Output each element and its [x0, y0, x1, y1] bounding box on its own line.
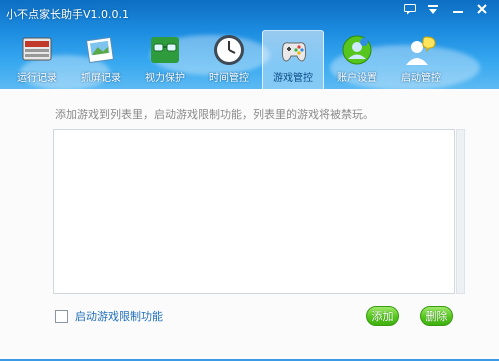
tab-eye-protection[interactable]: 视力保护: [134, 30, 196, 89]
screenshot-icon: [84, 33, 118, 67]
tab-account-settings[interactable]: 账户设置: [326, 30, 388, 89]
tab-label: 运行记录: [17, 73, 57, 84]
tab-screenshot-records[interactable]: 抓屏记录: [70, 30, 132, 89]
window-title: 小不点家长助手V1.0.0.1: [6, 8, 130, 21]
title-bar[interactable]: 小不点家长助手V1.0.0.1: [0, 0, 499, 26]
minimize-icon[interactable]: [449, 4, 467, 20]
gamepad-icon: [277, 34, 311, 68]
game-list[interactable]: [53, 129, 455, 294]
startup-control-icon: [404, 33, 438, 67]
tab-time-control[interactable]: 时间管控: [198, 30, 260, 89]
monitor-icon: [20, 33, 54, 67]
tab-label: 游戏管控: [273, 73, 313, 84]
tab-label: 账户设置: [337, 73, 377, 84]
header: 小不点家长助手V1.0.0.1 运行记录 抓屏记录 视力保护 时间管控 游戏管控…: [0, 0, 499, 89]
enable-game-limit-checkbox[interactable]: [55, 310, 68, 323]
tab-startup-control[interactable]: 启动管控: [390, 30, 452, 89]
instruction-text: 添加游戏到列表里，启动游戏限制功能，列表里的游戏将被禁玩。: [55, 108, 374, 121]
menu-arrow-icon[interactable]: [424, 4, 442, 20]
clock-icon: [212, 33, 246, 67]
app-window: 小不点家长助手V1.0.0.1 运行记录 抓屏记录 视力保护 时间管控 游戏管控…: [0, 0, 499, 361]
game-list-scrollbar[interactable]: [456, 129, 465, 294]
main-toolbar: 运行记录 抓屏记录 视力保护 时间管控 游戏管控 账户设置 启动管控: [6, 30, 454, 89]
add-button[interactable]: 添加: [366, 306, 399, 326]
tab-label: 视力保护: [145, 73, 185, 84]
tab-run-records[interactable]: 运行记录: [6, 30, 68, 89]
tab-label: 启动管控: [401, 73, 441, 84]
close-icon[interactable]: [473, 4, 491, 20]
eye-protection-icon: [148, 33, 182, 67]
account-settings-icon: [340, 33, 374, 67]
enable-game-limit-label[interactable]: 启动游戏限制功能: [75, 308, 163, 324]
tab-label: 时间管控: [209, 73, 249, 84]
chat-icon[interactable]: [401, 4, 419, 20]
game-control-panel: 添加游戏到列表里，启动游戏限制功能，列表里的游戏将被禁玩。 启动游戏限制功能 添…: [0, 89, 499, 361]
tab-label: 抓屏记录: [81, 73, 121, 84]
tab-game-control[interactable]: 游戏管控: [262, 30, 324, 89]
delete-button[interactable]: 删除: [420, 306, 453, 326]
